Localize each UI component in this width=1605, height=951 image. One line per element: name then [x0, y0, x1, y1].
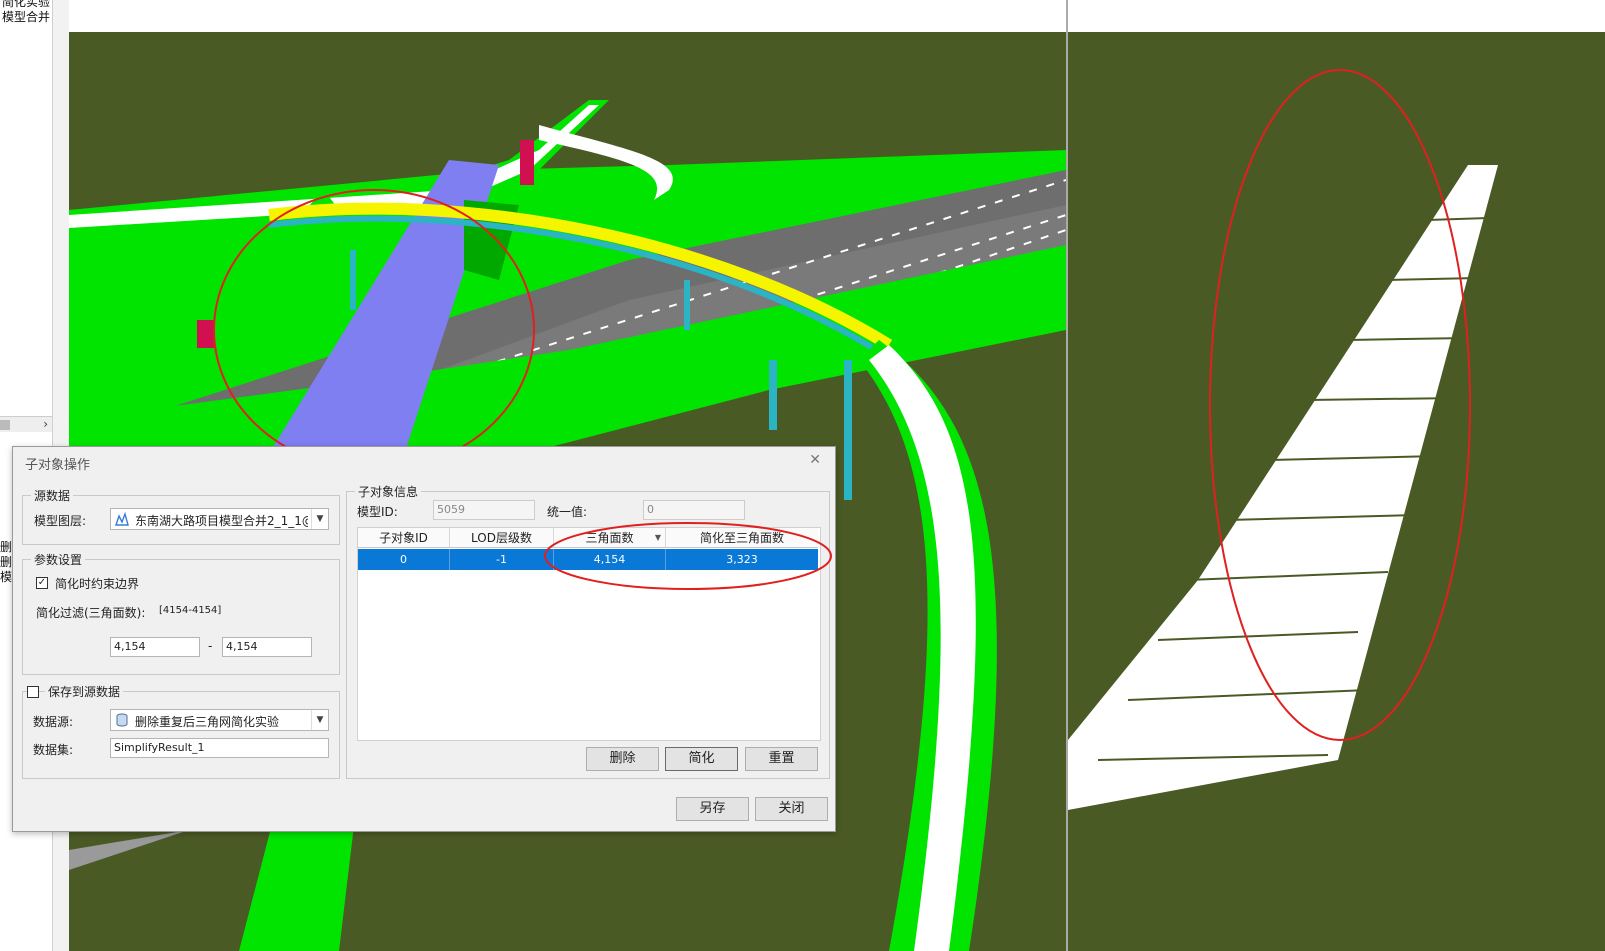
lower-left-panel: 删 删 模	[0, 432, 12, 951]
save-group	[22, 691, 340, 779]
layer-tree-panel: 简化实验 模型合并 ›	[0, 0, 53, 432]
close-button[interactable]: 关闭	[755, 797, 828, 821]
dataset-label: 数据集:	[33, 743, 74, 757]
constrain-boundary-label: 简化时约束边界	[55, 577, 140, 591]
save-to-source-label: 保存到源数据	[45, 683, 124, 700]
model-layer-select[interactable]: 东南湖大路项目模型合并2_1_1@ ▼	[110, 508, 329, 530]
unified-value-label: 统一值:	[547, 505, 588, 519]
sky	[1068, 0, 1605, 32]
reset-button[interactable]: 重置	[745, 747, 818, 771]
constrain-boundary-checkbox[interactable]: ✓	[36, 577, 48, 589]
filter-min-input[interactable]: 4,154	[110, 637, 200, 657]
highlight-circle	[544, 522, 832, 590]
filter-max-input[interactable]: 4,154	[222, 637, 312, 657]
column-header-lod[interactable]: LOD层级数	[450, 528, 554, 548]
model-id-label: 模型ID:	[357, 505, 398, 519]
subobject-info-title: 子对象信息	[355, 483, 422, 500]
model-layer-icon	[115, 512, 129, 526]
source-data-title: 源数据	[31, 487, 74, 504]
datasource-label: 数据源:	[33, 715, 74, 729]
datasource-value: 删除重复后三角网简化实验	[135, 715, 280, 729]
lower-item-3: 模	[0, 570, 13, 584]
save-to-source-checkbox[interactable]	[27, 686, 39, 698]
close-icon[interactable]: ✕	[809, 452, 821, 468]
delete-button[interactable]: 删除	[586, 747, 659, 771]
scene-view-simplified[interactable]	[1066, 0, 1605, 951]
filter-separator: -	[208, 639, 213, 653]
model-id-field: 5059	[433, 500, 535, 520]
filter-label: 简化过滤(三角面数):	[36, 606, 146, 620]
chevron-down-icon[interactable]: ▼	[311, 710, 328, 730]
filter-range: [4154-4154]	[159, 605, 222, 616]
chevron-down-icon[interactable]: ▼	[311, 509, 328, 529]
dataset-input[interactable]: SimplifyResult_1	[110, 738, 329, 758]
unified-value-input[interactable]: 0	[643, 500, 745, 520]
table-row-cell[interactable]: 0	[358, 549, 450, 570]
model-layer-value: 东南湖大路项目模型合并2_1_1@	[135, 514, 308, 528]
simplify-button[interactable]: 简化	[665, 747, 738, 771]
scene-render-simplified	[1068, 69, 1498, 810]
table-row-cell[interactable]: -1	[450, 549, 554, 570]
save-as-button[interactable]: 另存	[676, 797, 749, 821]
scroll-right-icon[interactable]: ›	[43, 417, 48, 431]
dialog-title: 子对象操作	[25, 458, 91, 473]
column-header-id[interactable]: 子对象ID	[358, 528, 450, 548]
params-title: 参数设置	[31, 551, 86, 568]
tree-horizontal-scrollbar[interactable]: ›	[0, 416, 52, 432]
sky	[69, 0, 1066, 32]
datasource-select[interactable]: 删除重复后三角网简化实验 ▼	[110, 709, 329, 731]
tree-item-2[interactable]: 模型合并	[2, 8, 50, 25]
model-layer-label: 模型图层:	[34, 514, 87, 528]
database-icon	[116, 713, 128, 727]
scrollbar-thumb[interactable]	[0, 420, 10, 430]
